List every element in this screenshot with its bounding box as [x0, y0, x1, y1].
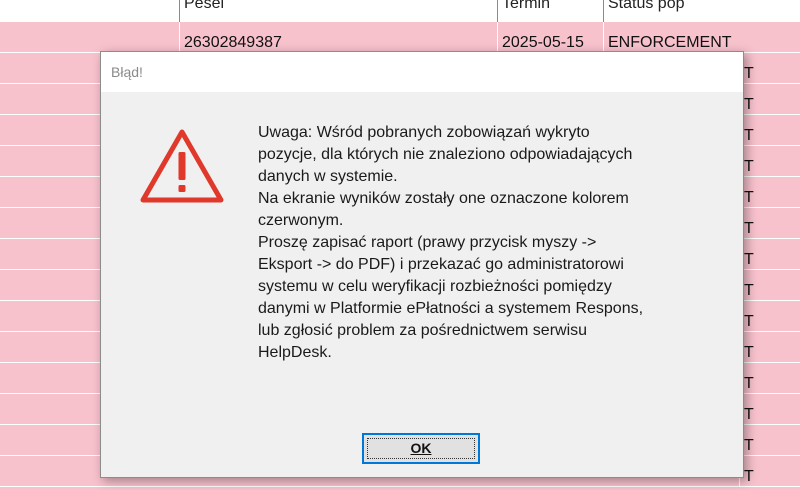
- message-line: lub zgłosić problem za pośrednictwem ser…: [258, 322, 588, 339]
- message-line: Na ekranie wyników zostały one oznaczone…: [258, 190, 629, 207]
- message-line: danymi w Platformie ePłatności a systeme…: [258, 300, 644, 317]
- cell-status: T: [739, 115, 800, 145]
- message-line: Uwaga: Wśród pobranych zobowiązań wykryt…: [258, 124, 590, 141]
- error-dialog: Błąd! Uwaga: Wśród pobranych zobowiązań …: [100, 51, 744, 478]
- grid-header-row: Pesel Termin Status pop: [0, 0, 800, 23]
- cell-status: T: [739, 270, 800, 300]
- cell-pesel: 26302849387: [179, 22, 496, 52]
- cell-status: T: [739, 177, 800, 207]
- cell-status: T: [739, 84, 800, 114]
- message-line: danych w systemie.: [258, 168, 398, 185]
- cell-status: T: [739, 53, 800, 83]
- cell-status: T: [739, 363, 800, 393]
- ok-button-label: OK: [410, 440, 432, 456]
- message-line: systemu w celu weryfikacji rozbieżności …: [258, 278, 612, 295]
- cell-status: T: [739, 456, 800, 486]
- cell-termin: 2025-05-15: [497, 22, 602, 52]
- table-row[interactable]: 26302849387 2025-05-15 ENFORCEMENT: [0, 22, 800, 53]
- message-line: HelpDesk.: [258, 344, 332, 361]
- warning-triangle-icon: [140, 129, 224, 203]
- cell-status: T: [739, 301, 800, 331]
- column-header-termin[interactable]: Termin: [497, 0, 602, 22]
- cell-status: T: [739, 146, 800, 176]
- dialog-titlebar[interactable]: Błąd!: [101, 52, 743, 92]
- cell-status: T: [739, 394, 800, 424]
- dialog-message: Uwaga: Wśród pobranych zobowiązań wykryt…: [258, 122, 728, 364]
- cell-status: ENFORCEMENT: [603, 22, 800, 52]
- dialog-title: Błąd!: [111, 64, 143, 80]
- message-line: czerwonym.: [258, 212, 344, 229]
- cell-status: T: [739, 332, 800, 362]
- message-line: pozycje, dla których nie znaleziono odpo…: [258, 146, 633, 163]
- cell-status: T: [739, 239, 800, 269]
- column-header-status[interactable]: Status pop: [603, 0, 800, 22]
- cell-status: T: [739, 425, 800, 455]
- column-header-pesel[interactable]: Pesel: [179, 0, 496, 22]
- cell-status: T: [739, 208, 800, 238]
- message-line: Proszę zapisać raport (prawy przycisk my…: [258, 234, 597, 251]
- ok-button[interactable]: OK: [362, 433, 480, 464]
- message-line: Eksport -> do PDF) i przekazać go admini…: [258, 256, 624, 273]
